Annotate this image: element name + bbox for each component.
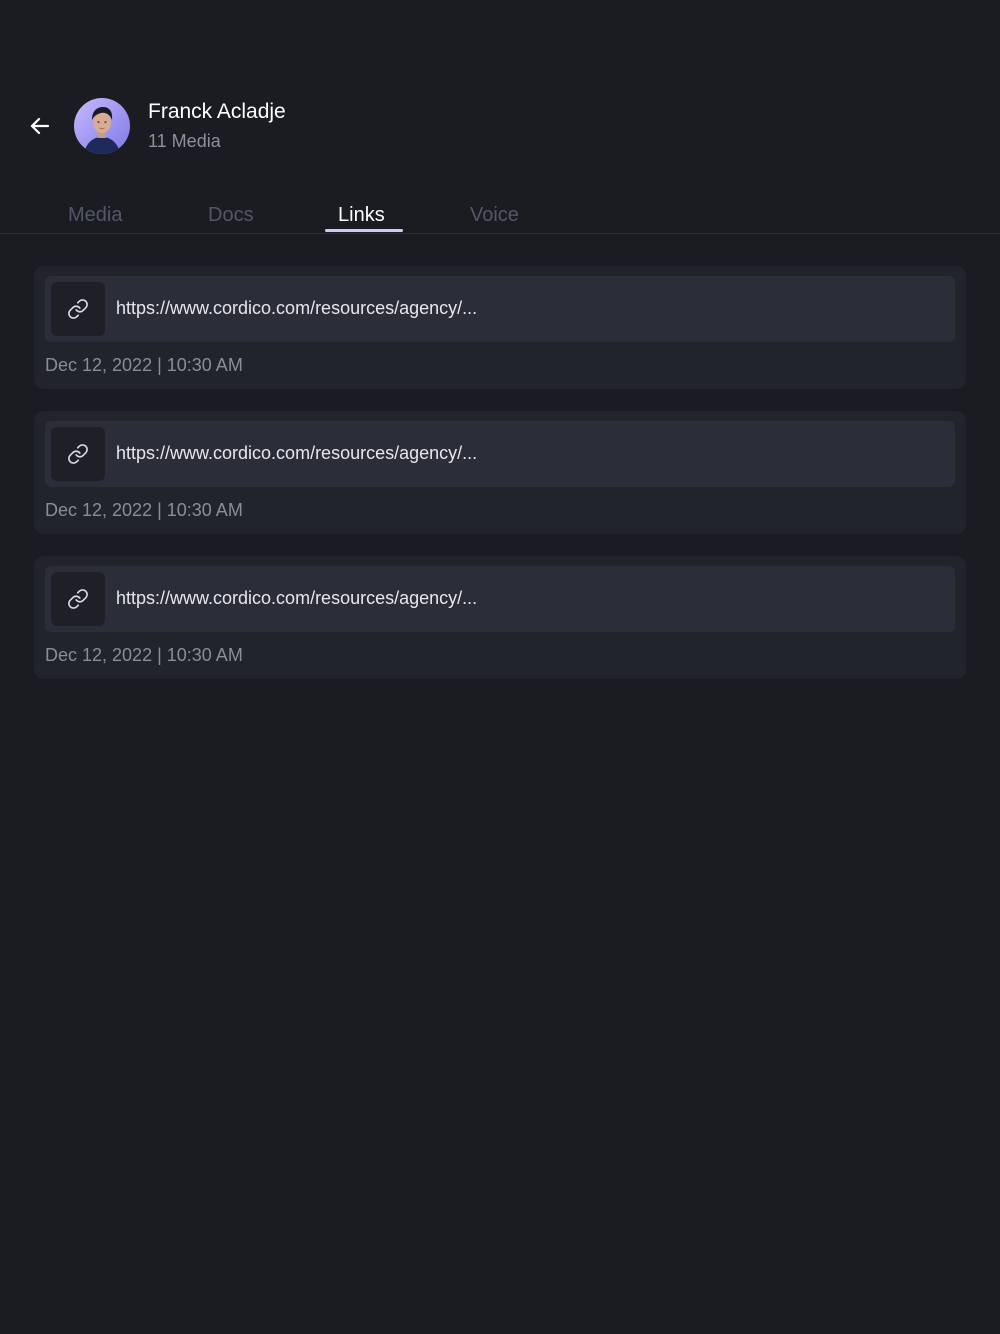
link-timestamp: Dec 12, 2022 | 10:30 AM <box>45 500 243 520</box>
contact-name: Franck Acladje <box>148 100 286 123</box>
link-icon-container <box>51 572 105 626</box>
link-url[interactable]: https://www.cordico.com/resources/agency… <box>116 588 477 609</box>
tab-voice[interactable]: Voice <box>470 204 519 227</box>
link-url[interactable]: https://www.cordico.com/resources/agency… <box>116 443 477 464</box>
link-icon <box>68 589 88 609</box>
media-tabs: Media Docs Links Voice <box>0 198 1000 234</box>
chat-header: Franck Acladje 11 Media <box>0 98 1000 156</box>
link-timestamp: Dec 12, 2022 | 10:30 AM <box>45 645 243 665</box>
link-icon <box>68 444 88 464</box>
tab-links[interactable]: Links <box>338 204 385 227</box>
link-icon <box>68 299 88 319</box>
link-card: https://www.cordico.com/resources/agency… <box>34 266 966 389</box>
link-item[interactable]: https://www.cordico.com/resources/agency… <box>45 276 955 342</box>
link-icon-container <box>51 427 105 481</box>
arrow-left-icon <box>30 117 50 135</box>
active-tab-indicator <box>325 229 403 232</box>
link-item[interactable]: https://www.cordico.com/resources/agency… <box>45 566 955 632</box>
avatar[interactable] <box>74 98 130 154</box>
link-url[interactable]: https://www.cordico.com/resources/agency… <box>116 298 477 319</box>
tab-media[interactable]: Media <box>68 204 122 227</box>
link-icon-container <box>51 282 105 336</box>
tab-docs[interactable]: Docs <box>208 204 254 227</box>
back-button[interactable] <box>26 112 54 140</box>
link-card: https://www.cordico.com/resources/agency… <box>34 411 966 534</box>
media-count: 11 Media <box>148 131 221 151</box>
link-item[interactable]: https://www.cordico.com/resources/agency… <box>45 421 955 487</box>
link-card: https://www.cordico.com/resources/agency… <box>34 556 966 679</box>
link-timestamp: Dec 12, 2022 | 10:30 AM <box>45 355 243 375</box>
